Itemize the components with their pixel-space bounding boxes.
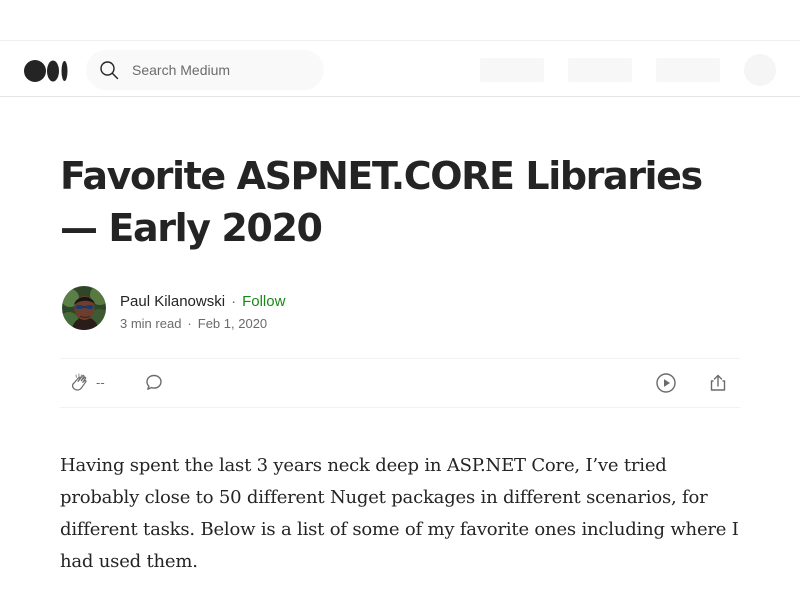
author-separator: · bbox=[231, 293, 237, 310]
author-name[interactable]: Paul Kilanowski bbox=[120, 293, 225, 310]
author-avatar[interactable] bbox=[62, 286, 106, 330]
meta-separator: · bbox=[187, 316, 192, 331]
article-action-bar: -- bbox=[60, 358, 740, 408]
header-placeholder-3 bbox=[656, 58, 720, 82]
header-placeholder-2 bbox=[568, 58, 632, 82]
search-input[interactable] bbox=[132, 60, 312, 80]
article-title: Favorite ASPNET.CORE Libraries — Early 2… bbox=[60, 154, 703, 250]
comment-icon[interactable] bbox=[142, 371, 166, 395]
clap-count: -- bbox=[96, 375, 105, 390]
read-time: 3 min read bbox=[120, 316, 182, 331]
author-row: Paul Kilanowski · Follow 3 min read · Feb 1,… bbox=[60, 286, 740, 334]
site-header bbox=[0, 41, 800, 97]
header-placeholder-1 bbox=[480, 58, 544, 82]
author-meta: Paul Kilanowski · Follow 3 min read · Feb 1,… bbox=[120, 292, 285, 332]
search-box[interactable] bbox=[86, 50, 324, 90]
article-paragraph: Having spent the last 3 years neck deep … bbox=[60, 455, 739, 572]
medium-logo-icon[interactable] bbox=[24, 59, 70, 83]
author-line: Paul Kilanowski · Follow bbox=[120, 292, 285, 312]
play-icon[interactable] bbox=[654, 371, 678, 395]
top-browser-strip bbox=[0, 0, 800, 41]
publish-date: Feb 1, 2020 bbox=[197, 316, 268, 331]
avatar-photo-icon bbox=[62, 286, 106, 330]
article-meta: 3 min read · Feb 1, 2020 bbox=[120, 316, 285, 332]
follow-button[interactable]: Follow bbox=[242, 293, 285, 310]
search-icon bbox=[100, 61, 119, 80]
clap-icon[interactable] bbox=[68, 371, 92, 395]
user-avatar-placeholder[interactable] bbox=[744, 54, 776, 86]
share-icon[interactable] bbox=[706, 371, 730, 395]
article: Favorite ASPNET.CORE Libraries — Early 2… bbox=[60, 150, 740, 578]
